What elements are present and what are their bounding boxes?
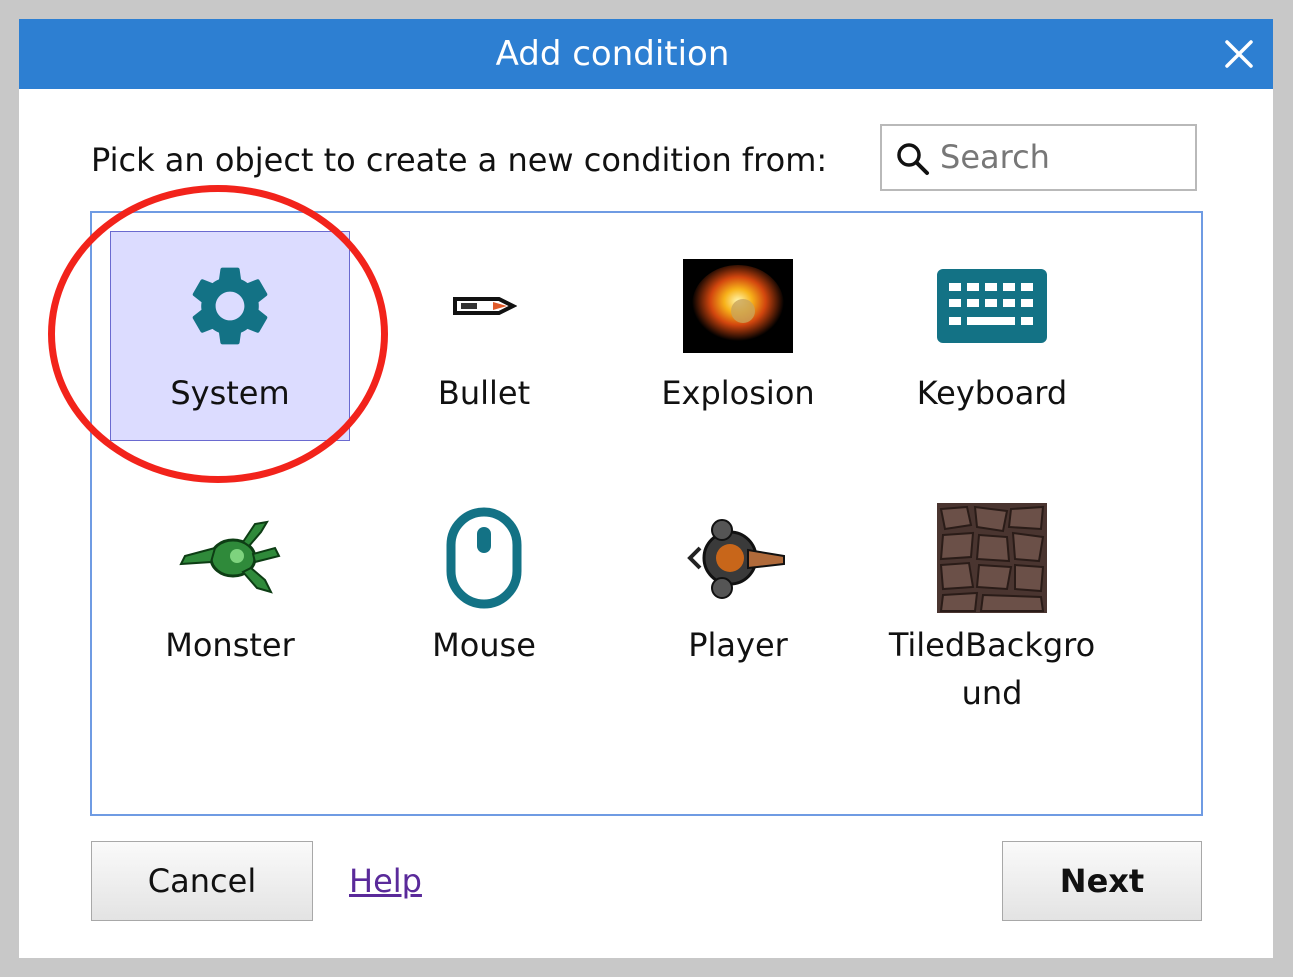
object-label: Explosion [661,374,815,412]
cancel-button[interactable]: Cancel [91,841,313,921]
search-box[interactable] [880,124,1197,191]
object-label: Monster [165,626,295,664]
title-bar: Add condition [19,19,1273,89]
help-link[interactable]: Help [349,862,422,900]
object-label: Bullet [437,374,531,412]
monster-sprite-icon [179,520,281,594]
object-label: System [170,374,290,412]
object-item-keyboard[interactable]: Keyboard [872,231,1112,441]
object-item-explosion[interactable]: Explosion [618,231,858,441]
gear-icon [192,267,268,345]
close-button[interactable] [1205,19,1273,89]
dialog-title: Add condition [495,34,730,74]
bullet-sprite-icon [453,297,517,315]
object-label: TiledBackgro und [888,626,1096,712]
object-item-bullet[interactable]: Bullet [364,231,604,441]
search-input[interactable] [940,134,1185,180]
object-item-player[interactable]: Player [618,483,858,693]
object-item-tiledbackground[interactable]: TiledBackgro und [872,483,1112,743]
object-list[interactable]: System Bullet Explosion Keyboard Monster… [48,185,1203,816]
object-label: Keyboard [916,374,1068,412]
player-sprite-icon [687,519,785,599]
mouse-icon [446,507,522,609]
object-item-system[interactable]: System [110,231,350,441]
add-condition-dialog: Add condition Pick an object to create a… [19,19,1273,958]
search-icon [897,143,929,175]
instruction-text: Pick an object to create a new condition… [91,141,828,179]
close-icon [1225,40,1253,68]
keyboard-icon [937,269,1047,343]
object-item-monster[interactable]: Monster [110,483,350,693]
next-button[interactable]: Next [1002,841,1202,921]
object-label: Player [688,626,788,664]
explosion-sprite-icon [683,259,793,353]
object-label: Mouse [432,626,536,664]
tiled-background-icon [937,503,1047,613]
object-item-mouse[interactable]: Mouse [364,483,604,693]
